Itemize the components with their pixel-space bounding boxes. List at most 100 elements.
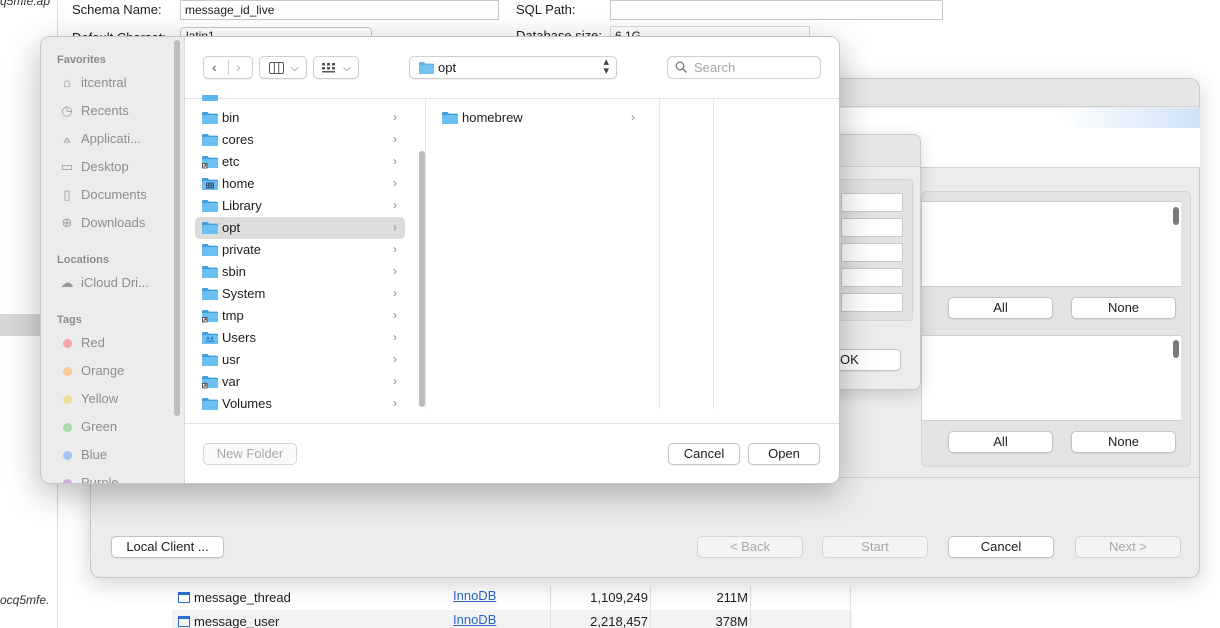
column-divider[interactable] xyxy=(713,99,714,409)
sidebar-scrollbar[interactable] xyxy=(174,40,180,416)
list-scrollbar[interactable] xyxy=(1173,340,1179,358)
connection-field[interactable] xyxy=(841,268,903,287)
table-name: message_thread xyxy=(194,590,291,605)
folder-row-opt[interactable]: opt › xyxy=(195,217,405,239)
chevron-right-icon: › xyxy=(393,110,397,124)
tag-dot-icon xyxy=(63,395,72,404)
open-button[interactable]: Open xyxy=(748,443,820,465)
search-field[interactable] xyxy=(667,56,821,79)
cancel-button[interactable]: Cancel xyxy=(668,443,740,465)
tag-dot-icon xyxy=(63,339,72,348)
folder-row-var[interactable]: var › xyxy=(195,371,405,393)
document-icon: ▯ xyxy=(63,187,71,202)
sidebar-item-icloud-drive[interactable]: ☁ iCloud Dri... xyxy=(57,272,169,294)
sidebar-item-desktop[interactable]: ▭ Desktop xyxy=(57,156,169,178)
select-none-top-button[interactable]: None xyxy=(1071,297,1176,319)
sidebar-item-itcentral[interactable]: ⌂ itcentral xyxy=(57,72,169,94)
column-scrollbar[interactable] xyxy=(419,151,425,407)
options-list-bottom[interactable] xyxy=(921,335,1181,421)
start-button[interactable]: Start xyxy=(822,536,928,558)
chevron-right-icon: › xyxy=(393,374,397,388)
table-rows: 1,109,249 xyxy=(590,590,648,605)
folder-row-cores[interactable]: cores › xyxy=(195,129,405,151)
group-by-button[interactable]: ⌵ xyxy=(313,56,359,79)
table-row[interactable]: message_thread InnoDB 1,109,249 211M xyxy=(172,586,852,610)
folder-row-etc[interactable]: etc › xyxy=(195,151,405,173)
folder-row-sbin[interactable]: sbin › xyxy=(195,261,405,283)
connection-field[interactable] xyxy=(841,218,903,237)
back-forward-control: ‹ › xyxy=(203,56,253,79)
table-engine-link[interactable]: InnoDB xyxy=(453,612,496,627)
folder-row-library[interactable]: Library › xyxy=(195,195,405,217)
locations-header: Locations xyxy=(57,254,109,266)
folder-row-home[interactable]: home › xyxy=(195,173,405,195)
sidebar-item-recents[interactable]: ◷ Recents xyxy=(57,100,169,122)
sidebar-item-downloads[interactable]: ⊕ Downloads xyxy=(57,212,169,234)
favorites-header: Favorites xyxy=(57,54,106,66)
sidebar-item-documents[interactable]: ▯ Documents xyxy=(57,184,169,206)
folder-name: sbin xyxy=(222,264,246,279)
local-client-button[interactable]: Local Client ... xyxy=(111,536,224,558)
banner-accent xyxy=(1060,108,1200,128)
folder-icon xyxy=(202,244,218,256)
new-folder-button[interactable]: New Folder xyxy=(203,443,297,465)
options-list-top[interactable] xyxy=(921,201,1181,287)
next-button[interactable]: Next > xyxy=(1075,536,1181,558)
tag-dot-icon xyxy=(63,367,72,376)
folder-row-usr[interactable]: usr › xyxy=(195,349,405,371)
select-all-bottom-button[interactable]: All xyxy=(948,431,1053,453)
folder-name: usr xyxy=(222,352,241,367)
panel-sidebar: Favorites ⌂ itcentral ◷ Recents ⟑ Applic… xyxy=(41,37,185,483)
table-row[interactable]: message_user InnoDB 2,218,457 378M xyxy=(172,610,852,628)
schema-name-field[interactable]: message_id_live xyxy=(180,0,499,20)
select-all-top-button[interactable]: All xyxy=(948,297,1053,319)
column-browser: bin › cores › etc › home › Library › opt › private › s… xyxy=(185,95,839,423)
sidebar-item-applications[interactable]: ⟑ Applicati... xyxy=(57,128,169,150)
popup-arrows-icon: ▴ ▾ xyxy=(603,56,609,77)
wizard-cancel-button[interactable]: Cancel xyxy=(948,536,1054,558)
folder-path-popup[interactable]: opt ▴ ▾ xyxy=(409,56,617,79)
chevron-right-icon: › xyxy=(393,242,397,256)
folder-icon xyxy=(202,156,218,169)
search-input[interactable] xyxy=(694,59,814,76)
select-none-bottom-button[interactable]: None xyxy=(1071,431,1176,453)
folder-name: var xyxy=(222,374,241,389)
folder-icon xyxy=(202,354,218,366)
folder-row-tmp[interactable]: tmp › xyxy=(195,305,405,327)
folder-name: cores xyxy=(222,132,254,147)
sidebar-tag-green[interactable]: Green xyxy=(57,416,169,438)
folder-row-private[interactable]: private › xyxy=(195,239,405,261)
folder-icon xyxy=(202,134,218,146)
folder-name: tmp xyxy=(222,308,244,323)
sidebar-tag-purple[interactable]: Purple xyxy=(57,472,169,483)
folder-name: bin xyxy=(222,110,240,125)
column-divider[interactable] xyxy=(659,99,660,409)
sidebar-tag-blue[interactable]: Blue xyxy=(57,444,169,466)
chevron-right-icon: › xyxy=(393,176,397,190)
folder-row-system[interactable]: System › xyxy=(195,283,405,305)
sql-path-field[interactable] xyxy=(610,0,943,20)
folder-row-homebrew[interactable]: homebrew › xyxy=(435,107,643,129)
chevron-left-icon[interactable]: ‹ xyxy=(212,59,217,76)
list-scrollbar[interactable] xyxy=(1173,207,1179,225)
chevron-right-icon: › xyxy=(393,308,397,322)
folder-row-users[interactable]: Users › xyxy=(195,327,405,349)
folder-name: homebrew xyxy=(462,110,523,125)
chevron-right-icon: › xyxy=(393,198,397,212)
sidebar-tag-yellow[interactable]: Yellow xyxy=(57,388,169,410)
chevron-right-icon[interactable]: › xyxy=(236,59,241,76)
connection-field[interactable] xyxy=(841,243,903,262)
view-mode-button[interactable]: ⌵ xyxy=(259,56,307,79)
connection-field[interactable] xyxy=(841,193,903,212)
table-engine-link[interactable]: InnoDB xyxy=(453,588,496,603)
sidebar-selected-row[interactable] xyxy=(0,314,40,336)
back-button[interactable]: < Back xyxy=(697,536,803,558)
tags-header: Tags xyxy=(57,314,82,326)
sidebar-tag-orange[interactable]: Orange xyxy=(57,360,169,382)
column-divider[interactable] xyxy=(425,99,426,409)
connection-field[interactable] xyxy=(841,293,903,312)
panel-footer: New Folder Cancel Open xyxy=(185,423,839,483)
sidebar-tag-red[interactable]: Red xyxy=(57,332,169,354)
folder-row-bin[interactable]: bin › xyxy=(195,107,405,129)
folder-row-volumes[interactable]: Volumes › xyxy=(195,393,405,415)
